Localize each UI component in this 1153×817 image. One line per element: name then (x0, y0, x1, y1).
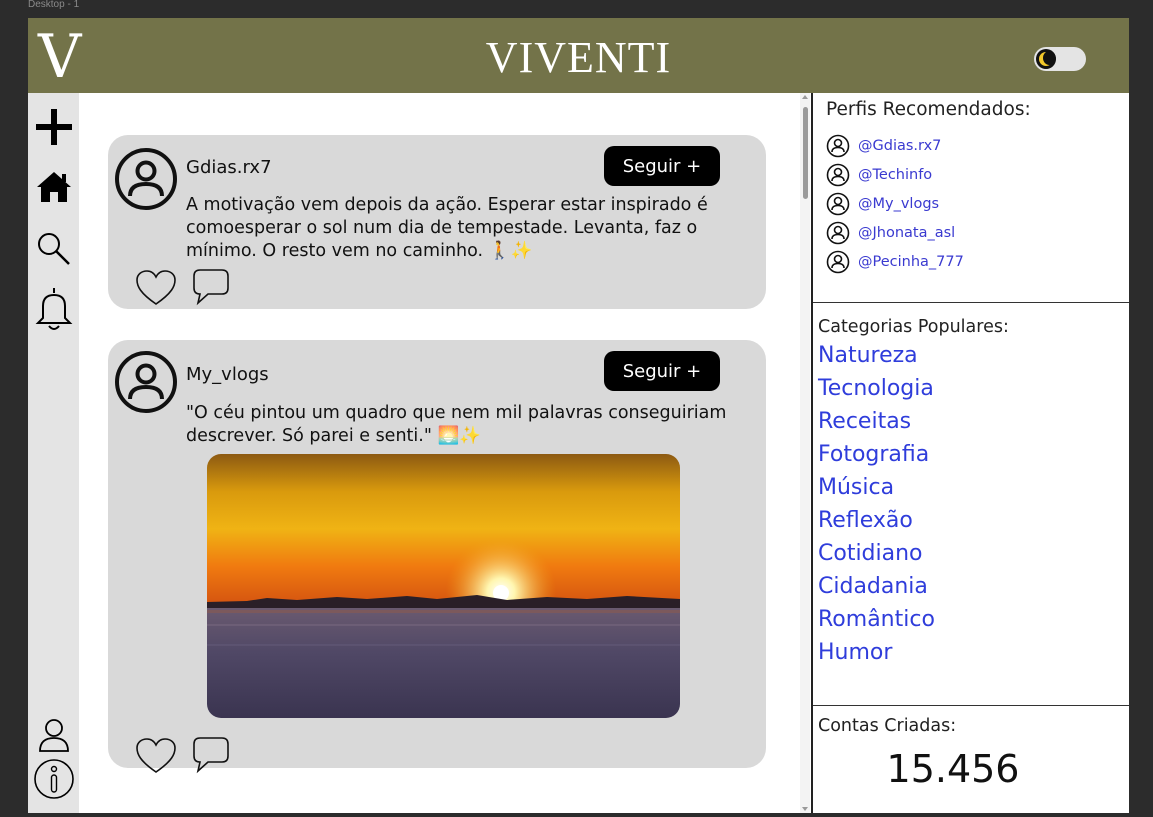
profile-avatar-icon (826, 163, 850, 187)
profile-handle: @My_vlogs (858, 196, 940, 212)
scroll-thumb[interactable] (803, 107, 808, 199)
info-icon[interactable] (32, 757, 76, 801)
post-username[interactable]: My_vlogs (186, 364, 269, 385)
recommended-profile[interactable]: @Techinfo (826, 162, 932, 188)
follow-button[interactable]: Seguir + (604, 351, 720, 391)
user-icon[interactable] (32, 713, 76, 757)
bell-icon[interactable] (32, 287, 76, 331)
comment-icon[interactable] (192, 736, 230, 774)
category-link[interactable]: Tecnologia (818, 376, 934, 401)
left-sidebar (28, 93, 79, 813)
profile-avatar-icon (826, 221, 850, 245)
profile-avatar-icon (826, 134, 850, 158)
post-username[interactable]: Gdias.rx7 (186, 157, 272, 178)
section-divider (813, 705, 1129, 706)
post-card: Gdias.rx7 Seguir + A motivação vem depoi… (108, 135, 766, 309)
home-icon[interactable] (32, 165, 76, 209)
canvas-frame-label: Desktop - 1 (28, 0, 80, 10)
post-text: A motivação vem depois da ação. Esperar … (186, 195, 708, 261)
scroll-down-arrow[interactable] (802, 807, 808, 811)
profile-avatar-icon (826, 192, 850, 216)
dark-mode-toggle[interactable] (1034, 47, 1086, 71)
category-link[interactable]: Reflexão (818, 508, 913, 533)
post-card: My_vlogs Seguir + "O céu pintou um quadr… (108, 340, 766, 774)
recommended-profile[interactable]: @My_vlogs (826, 191, 939, 217)
moon-icon (1036, 49, 1056, 69)
category-link[interactable]: Romântico (818, 607, 935, 632)
app-frame: V VIVENTI Gdias.rx7 Seguir + A motivação… (28, 18, 1129, 813)
recommended-profiles-title: Perfis Recomendados: (826, 99, 1031, 120)
profile-handle: @Techinfo (858, 167, 933, 183)
avatar-icon[interactable] (114, 350, 178, 414)
profile-avatar-icon (826, 250, 850, 274)
category-link[interactable]: Humor (818, 640, 892, 665)
profile-handle: @Jhonata_asl (858, 225, 956, 241)
profile-handle: @Gdias.rx7 (858, 138, 942, 154)
scroll-up-arrow[interactable] (802, 95, 808, 99)
recommended-profile[interactable]: @Gdias.rx7 (826, 133, 941, 159)
recommended-profile[interactable]: @Pecinha_777 (826, 249, 964, 275)
plus-icon[interactable] (32, 105, 76, 149)
accounts-created-count: 15.456 (886, 747, 1020, 791)
category-link[interactable]: Cotidiano (818, 541, 923, 566)
follow-button[interactable]: Seguir + (604, 146, 720, 186)
category-link[interactable]: Cidadania (818, 574, 928, 599)
category-link[interactable]: Natureza (818, 343, 918, 368)
comment-icon[interactable] (192, 268, 230, 306)
recommended-profile[interactable]: @Jhonata_asl (826, 220, 955, 246)
post-photo[interactable] (207, 454, 680, 718)
heart-icon[interactable] (135, 737, 177, 775)
category-link[interactable]: Receitas (818, 409, 911, 434)
search-icon[interactable] (32, 227, 76, 271)
top-header: V VIVENTI (28, 18, 1129, 93)
post-text: "O céu pintou um quadro que nem mil pala… (186, 403, 727, 446)
accounts-created-title: Contas Criadas: (818, 716, 957, 736)
brand-title: VIVENTI (485, 33, 672, 82)
section-divider (813, 302, 1129, 303)
right-panel: Perfis Recomendados: @Gdias.rx7 @Techinf… (813, 93, 1129, 813)
avatar-icon[interactable] (114, 147, 178, 211)
category-link[interactable]: Música (818, 475, 894, 500)
category-link[interactable]: Fotografia (818, 442, 929, 467)
popular-categories-title: Categorias Populares: (818, 317, 1009, 337)
heart-icon[interactable] (135, 269, 177, 307)
profile-handle: @Pecinha_777 (858, 254, 964, 270)
feed-scrollbar[interactable] (800, 93, 810, 813)
